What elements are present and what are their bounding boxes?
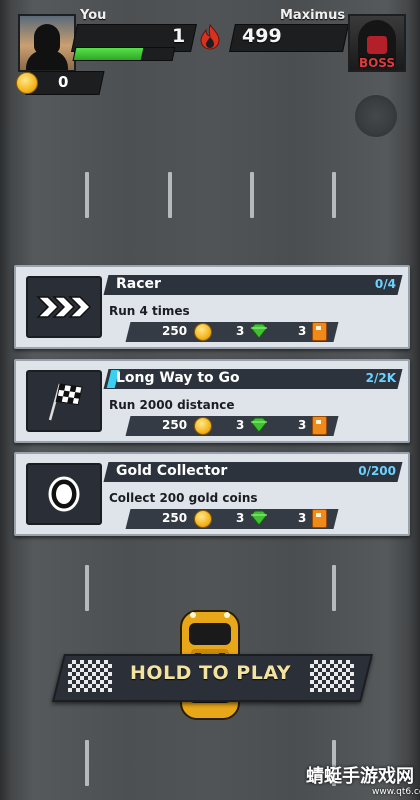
player-progress-fill bbox=[73, 48, 143, 60]
reward-fuel: 3 bbox=[298, 511, 307, 525]
gold-coin-icon bbox=[16, 72, 38, 94]
mission-title: Gold Collector bbox=[116, 463, 228, 479]
player-silhouette-body bbox=[26, 50, 68, 70]
mission-progress: 0/4 bbox=[374, 277, 396, 291]
mission-card[interactable]: Gold Collector 0/200 Collect 200 gold coin… bbox=[14, 452, 410, 536]
reward-gems: 3 bbox=[236, 324, 245, 338]
manhole-cover bbox=[355, 95, 397, 137]
player-name: You bbox=[80, 8, 107, 23]
mission-progress: 2/2K bbox=[365, 371, 396, 385]
boss-label: BOSS bbox=[358, 56, 396, 70]
gold-coin-icon bbox=[194, 323, 212, 341]
mission-icon-box bbox=[26, 276, 102, 338]
green-gem-icon bbox=[250, 323, 268, 339]
reward-bar bbox=[125, 509, 339, 529]
lane-marking bbox=[85, 172, 89, 218]
player-progress-bar bbox=[72, 47, 176, 61]
opponent-avatar: BOSS bbox=[348, 14, 406, 72]
boss-mask-icon bbox=[367, 36, 387, 54]
flame-icon bbox=[200, 24, 220, 50]
hold-to-play-label[interactable]: HOLD TO PLAY bbox=[58, 662, 363, 684]
reward-coins: 250 bbox=[162, 511, 188, 525]
green-gem-icon bbox=[250, 417, 268, 433]
lane-marking bbox=[85, 740, 89, 786]
player-score: 1 bbox=[172, 25, 186, 47]
gold-coin-icon bbox=[194, 510, 212, 528]
versus-hud: You 1 499 Maximus BOSS 0 bbox=[0, 0, 420, 100]
reward-coins: 250 bbox=[162, 418, 188, 432]
opponent-name: Maximus bbox=[280, 8, 346, 23]
checkered-flag-icon bbox=[28, 383, 100, 434]
reward-fuel: 3 bbox=[298, 418, 307, 432]
chevrons-icon bbox=[28, 296, 100, 340]
player-avatar bbox=[18, 14, 76, 72]
lane-marking bbox=[332, 172, 336, 218]
gold-coin-icon bbox=[28, 476, 100, 527]
mission-description: Run 4 times bbox=[109, 304, 190, 318]
opponent-score: 499 bbox=[242, 25, 282, 47]
mission-title: Long Way to Go bbox=[116, 370, 240, 386]
mission-title: Racer bbox=[116, 276, 161, 292]
fuel-can-icon bbox=[312, 322, 327, 341]
lane-marking bbox=[250, 172, 254, 218]
reward-gems: 3 bbox=[236, 418, 245, 432]
mission-icon-box bbox=[26, 370, 102, 432]
watermark-text: 蜻蜓手游戏网 bbox=[306, 766, 414, 787]
watermark-url: www.qt6.com bbox=[372, 787, 420, 797]
reward-bar bbox=[125, 416, 339, 436]
reward-fuel: 3 bbox=[298, 324, 307, 338]
lane-marking bbox=[168, 172, 172, 218]
lane-marking bbox=[332, 565, 336, 611]
mission-progress: 0/200 bbox=[358, 464, 396, 478]
lane-marking bbox=[85, 565, 89, 611]
reward-bar bbox=[125, 322, 339, 342]
mission-description: Collect 200 gold coins bbox=[109, 491, 258, 505]
green-gem-icon bbox=[250, 510, 268, 526]
coin-count: 0 bbox=[58, 73, 69, 91]
reward-coins: 250 bbox=[162, 324, 188, 338]
mission-card[interactable]: Racer 0/4 Run 4 times 250 3 3 bbox=[14, 265, 410, 349]
mission-icon-box bbox=[26, 463, 102, 525]
reward-gems: 3 bbox=[236, 511, 245, 525]
fuel-can-icon bbox=[312, 509, 327, 528]
mission-card[interactable]: Long Way to Go 2/2K Run 2000 distance 250 3 3 bbox=[14, 359, 410, 443]
gold-coin-icon bbox=[194, 417, 212, 435]
fuel-can-icon bbox=[312, 416, 327, 435]
mission-description: Run 2000 distance bbox=[109, 398, 235, 412]
